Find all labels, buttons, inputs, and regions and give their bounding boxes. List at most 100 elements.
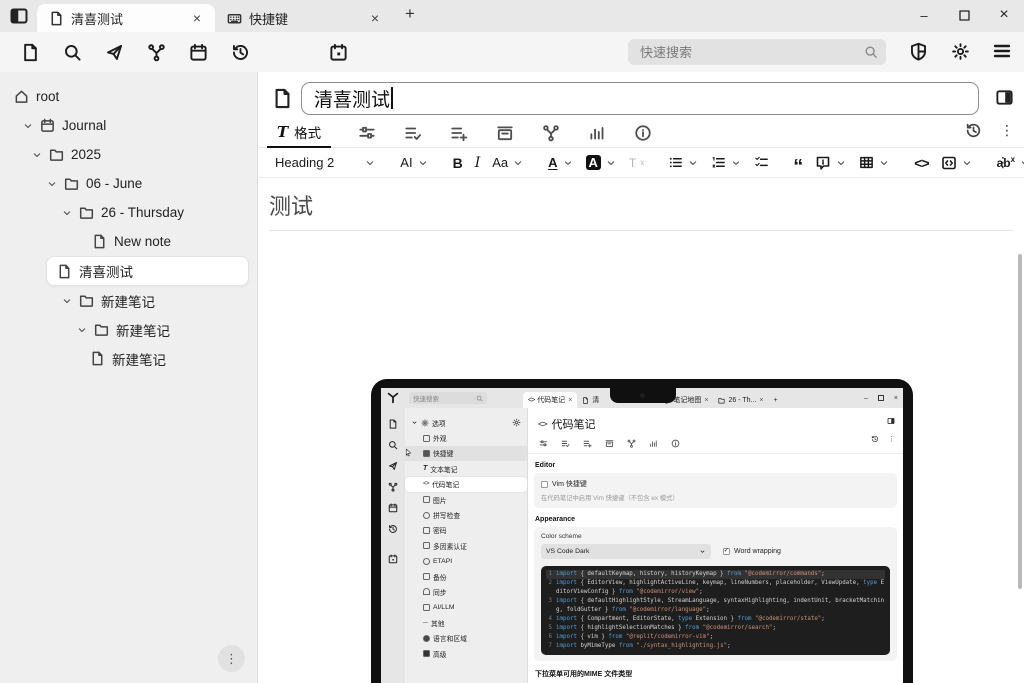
jump-to-note-icon [388, 461, 398, 471]
checklist-button[interactable] [754, 155, 769, 170]
tree-item-folder-note[interactable]: 新建笔记 [61, 286, 257, 315]
tab-close-icon: × [759, 397, 763, 404]
ribbon-note-paths-icon[interactable] [495, 123, 515, 143]
chevron-down-icon[interactable] [61, 295, 73, 307]
tree-item-selected-note[interactable]: 清喜测试 [46, 256, 249, 286]
tree-item-2025[interactable]: 2025 [31, 140, 257, 169]
mini-tree-item-password: 密码 [405, 523, 527, 538]
ribbon-basic-properties-icon[interactable] [357, 123, 377, 143]
toolbar-overflow-icon[interactable]: ⋮ [996, 154, 1010, 171]
jump-to-note-icon[interactable] [102, 40, 126, 64]
bold-button[interactable]: B [453, 155, 463, 171]
note-title-row: 清喜测试 [259, 78, 1024, 118]
content-heading[interactable]: 测试 [269, 189, 1014, 231]
note-type-icon[interactable] [269, 85, 295, 111]
table-dropdown[interactable] [859, 155, 890, 170]
text-style-dropdown[interactable]: Aa [492, 155, 524, 170]
code-block-dropdown[interactable] [941, 155, 973, 171]
mini-tab-day-note: 26 - Th... × [713, 392, 768, 408]
admonition-dropdown[interactable] [815, 155, 847, 171]
chevron-down-icon[interactable] [61, 207, 73, 219]
today-icon[interactable] [326, 40, 350, 64]
tree-item-root[interactable]: root [14, 82, 257, 111]
remove-format-button[interactable]: Tx [629, 156, 644, 170]
chevron-down-icon[interactable] [22, 120, 34, 132]
new-note-icon [388, 419, 398, 429]
search-icon[interactable] [60, 40, 84, 64]
note-paths-icon [605, 439, 614, 448]
tab-close-icon: × [568, 397, 572, 404]
note-icon [57, 264, 73, 279]
code-line: 4import { Compartment, EditorState, type… [546, 615, 885, 624]
bg-color-dropdown[interactable]: A [586, 155, 617, 170]
etapi-icon [423, 558, 430, 565]
toggle-left-pane-icon[interactable] [8, 5, 30, 27]
tree-item-thursday[interactable]: 26 - Thursday [61, 198, 257, 227]
note-actions-icon[interactable]: ⋮ [1000, 122, 1014, 139]
remove-format-T: T [629, 156, 636, 170]
new-tab-button[interactable]: + [405, 4, 415, 24]
mini-mime-section-header: 下拉菜单可用的MIME 文件类型 [535, 669, 903, 679]
font-color-dropdown[interactable]: A [548, 155, 573, 170]
tree-more-button[interactable]: ⋮ [218, 645, 245, 672]
note-revisions-icon[interactable] [965, 122, 982, 139]
ribbon-note-info-icon[interactable] [633, 123, 653, 143]
tab-note-1[interactable]: 清喜测试 × [37, 4, 215, 32]
close-button[interactable]: × [984, 0, 1024, 30]
heading-style-dropdown[interactable]: Heading 2 [275, 155, 376, 170]
keyboard-icon [423, 450, 430, 457]
maximize-button[interactable] [944, 0, 984, 30]
numbered-list-icon [711, 155, 726, 170]
mini-ribbon-right: ⋮ [871, 435, 895, 443]
toggle-right-pane-icon[interactable] [995, 88, 1015, 108]
ribbon-tab-format[interactable]: T 格式 [267, 118, 331, 148]
blockquote-button[interactable]: “ [793, 154, 803, 172]
tab-note-2[interactable]: 快捷键 × [215, 4, 393, 32]
ribbon-inherited-attributes-icon[interactable] [449, 123, 469, 143]
quick-search-input[interactable] [640, 45, 864, 60]
ribbon-owned-attributes-icon[interactable] [403, 123, 423, 143]
note-icon [92, 234, 108, 249]
text-note-icon: T [423, 465, 427, 472]
chevron-down-icon[interactable] [46, 178, 58, 190]
tree-item-june[interactable]: 06 - June [46, 169, 257, 198]
menu-icon[interactable] [990, 39, 1014, 63]
editor-scrollbar[interactable] [1018, 254, 1022, 589]
tab-label: 快捷键 [249, 9, 360, 28]
italic-button[interactable]: I [475, 155, 481, 171]
tree-item-label: 2025 [71, 147, 101, 162]
tree-item-new-note[interactable]: New note [92, 227, 249, 256]
settings-gear-icon[interactable] [948, 39, 972, 63]
launcher-toolbar [0, 32, 1024, 72]
tab-close-icon[interactable]: × [367, 10, 383, 26]
window-controls: – × [904, 0, 1024, 32]
bulleted-list-icon [668, 155, 683, 170]
tree-item-leaf-note[interactable]: 新建笔记 [90, 344, 257, 373]
embedded-laptop-image[interactable]: 快速搜索 <> 代码笔记 × 清 × [371, 379, 913, 683]
recent-changes-icon[interactable] [228, 40, 252, 64]
bulleted-list-dropdown[interactable] [668, 155, 699, 170]
mini-tree-item-locale: 语言和区域 [405, 630, 527, 645]
mini-vim-card: ✓ Vim 快捷键 在代码笔记中启用 Vim 快捷键（不包含 ex 模式） [534, 473, 897, 508]
note-editor[interactable]: 测试 快速搜索 <> 代码笔记 × [259, 179, 1024, 683]
inline-code-button[interactable]: <> [914, 155, 928, 171]
tab-close-icon[interactable]: × [189, 10, 205, 26]
inherited-attributes-icon [583, 439, 592, 448]
numbered-list-dropdown[interactable] [711, 155, 742, 170]
tree-item-journal[interactable]: Journal [22, 111, 257, 140]
ai-dropdown[interactable]: AI [400, 155, 428, 170]
chevron-down-icon[interactable] [31, 149, 43, 161]
mini-tree-label: ETAPI [433, 558, 452, 565]
note-map-icon[interactable] [144, 40, 168, 64]
calendar-icon[interactable] [186, 40, 210, 64]
ribbon-note-map-icon[interactable] [541, 123, 561, 143]
tree-item-folder-note[interactable]: 新建笔记 [76, 315, 257, 344]
minimize-button[interactable]: – [904, 0, 944, 30]
new-note-icon[interactable] [18, 40, 42, 64]
ribbon-similar-notes-icon[interactable] [587, 123, 607, 143]
chevron-down-icon[interactable] [76, 324, 88, 336]
font-color-label: A [548, 155, 557, 170]
protected-session-icon[interactable] [906, 39, 930, 63]
mini-tree-label: 图片 [433, 495, 447, 505]
note-title-input[interactable]: 清喜测试 [301, 82, 979, 115]
